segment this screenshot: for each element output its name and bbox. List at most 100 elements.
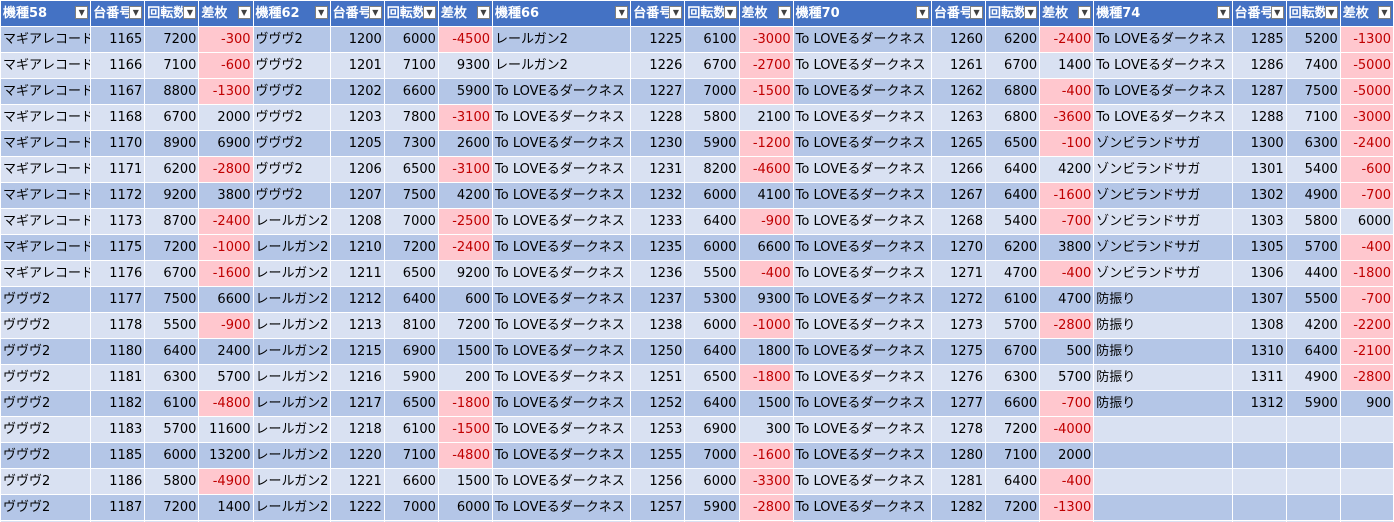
coin-diff-cell[interactable]: -700 [1039, 390, 1095, 417]
machine-name-cell[interactable]: ヴヴヴ2 [0, 286, 92, 313]
machine-name-cell[interactable]: レールガン2 [252, 494, 331, 521]
machine-name-cell[interactable]: ヴヴヴ2 [0, 416, 92, 443]
spins-cell[interactable]: 7100 [383, 442, 439, 469]
unit-number-cell[interactable]: 1166 [90, 52, 146, 79]
unit-number-cell[interactable]: 1271 [930, 260, 987, 287]
machine-name-cell[interactable]: To LOVEるダークネス [491, 312, 632, 339]
unit-number-cell[interactable]: 1277 [930, 390, 987, 417]
machine-name-cell[interactable]: To LOVEるダークネス [792, 390, 932, 417]
unit-number-cell[interactable]: 1203 [329, 104, 385, 131]
unit-number-cell[interactable]: 1201 [329, 52, 385, 79]
coin-diff-cell[interactable]: -3100 [437, 104, 494, 131]
spins-cell[interactable]: 7100 [1285, 104, 1341, 131]
spins-cell[interactable]: 6100 [684, 26, 740, 53]
unit-number-cell[interactable]: 1288 [1231, 104, 1287, 131]
machine-name-cell[interactable]: ヴヴヴ2 [252, 52, 331, 79]
spins-cell[interactable]: 6300 [985, 364, 1041, 391]
machine-name-cell[interactable]: 防振り [1093, 286, 1233, 313]
machine-name-cell[interactable]: マギアレコード [0, 130, 92, 157]
spins-cell[interactable]: 6400 [985, 182, 1041, 209]
machine-name-cell[interactable]: To LOVEるダークネス [792, 312, 932, 339]
machine-name-cell[interactable]: ヴヴヴ2 [0, 468, 92, 495]
spins-cell[interactable]: 6400 [684, 390, 740, 417]
machine-name-cell[interactable]: 防振り [1093, 338, 1233, 365]
coin-diff-cell[interactable]: -2400 [437, 234, 494, 261]
machine-name-cell[interactable]: To LOVEるダークネス [792, 416, 932, 443]
spins-cell[interactable]: 6500 [383, 260, 439, 287]
spins-cell[interactable]: 6000 [144, 442, 200, 469]
unit-number-cell[interactable]: 1275 [930, 338, 987, 365]
machine-name-cell[interactable]: To LOVEるダークネス [792, 338, 932, 365]
spins-cell[interactable]: 6500 [383, 156, 439, 183]
unit-number-cell[interactable]: 1178 [90, 312, 146, 339]
coin-diff-cell[interactable]: -600 [1339, 156, 1394, 183]
unit-number-cell[interactable]: 1217 [329, 390, 385, 417]
machine-name-cell[interactable]: To LOVEるダークネス [491, 234, 632, 261]
coin-diff-cell[interactable]: -2400 [1039, 26, 1095, 53]
machine-name-cell[interactable]: To LOVEるダークネス [491, 390, 632, 417]
coin-diff-cell[interactable]: 300 [738, 416, 794, 443]
spins-cell[interactable]: 6600 [985, 390, 1041, 417]
unit-number-cell[interactable]: 1175 [90, 234, 146, 261]
unit-number-cell[interactable]: 1268 [930, 208, 987, 235]
machine-name-cell[interactable]: マギアレコード [0, 234, 92, 261]
unit-number-cell[interactable]: 1266 [930, 156, 987, 183]
unit-number-cell[interactable]: 1206 [329, 156, 385, 183]
machine-name-cell[interactable]: ヴヴヴ2 [252, 182, 331, 209]
coin-diff-cell[interactable]: 6900 [198, 130, 254, 157]
coin-diff-cell[interactable]: -3100 [437, 156, 494, 183]
coin-diff-cell[interactable]: -1500 [437, 416, 494, 443]
coin-diff-cell[interactable]: 900 [1339, 390, 1394, 417]
machine-name-cell[interactable]: ゾンビランドサガ [1093, 208, 1233, 235]
spins-cell[interactable]: 5900 [684, 494, 740, 521]
coin-diff-cell[interactable]: 2100 [738, 104, 794, 131]
machine-name-cell[interactable]: To LOVEるダークネス [792, 494, 932, 521]
spins-cell[interactable]: 7000 [383, 208, 439, 235]
spins-cell[interactable]: 6700 [985, 338, 1041, 365]
unit-number-cell[interactable]: 1256 [630, 468, 686, 495]
unit-number-cell[interactable]: 1282 [930, 494, 987, 521]
spins-cell[interactable] [1285, 442, 1341, 469]
spins-cell[interactable]: 4900 [1285, 182, 1341, 209]
coin-diff-cell[interactable]: -400 [1039, 78, 1095, 105]
unit-number-cell[interactable]: 1310 [1231, 338, 1287, 365]
machine-name-cell[interactable]: レールガン2 [252, 442, 331, 469]
coin-diff-cell[interactable]: -400 [1039, 468, 1095, 495]
coin-diff-cell[interactable] [1339, 442, 1394, 469]
unit-number-cell[interactable]: 1267 [930, 182, 987, 209]
unit-number-cell[interactable]: 1226 [630, 52, 686, 79]
machine-name-cell[interactable]: To LOVEるダークネス [792, 130, 932, 157]
coin-diff-cell[interactable]: -4500 [437, 26, 494, 53]
unit-number-cell[interactable]: 1307 [1231, 286, 1287, 313]
spins-cell[interactable]: 7200 [144, 494, 200, 521]
filter-dropdown-icon[interactable]: ▼ [615, 6, 629, 19]
machine-name-cell[interactable]: To LOVEるダークネス [491, 104, 632, 131]
unit-number-cell[interactable]: 1260 [930, 26, 987, 53]
coin-diff-cell[interactable]: -2800 [1039, 312, 1095, 339]
spins-cell[interactable]: 5500 [1285, 286, 1341, 313]
coin-diff-cell[interactable]: -1600 [198, 260, 254, 287]
machine-name-cell[interactable]: To LOVEるダークネス [792, 52, 932, 79]
spins-cell[interactable]: 5400 [985, 208, 1041, 235]
unit-number-cell[interactable]: 1236 [630, 260, 686, 287]
filter-dropdown-icon[interactable]: ▼ [183, 6, 197, 19]
coin-diff-cell[interactable]: -3000 [1339, 104, 1394, 131]
machine-name-cell[interactable]: To LOVEるダークネス [1093, 78, 1233, 105]
spins-cell[interactable]: 7000 [684, 442, 740, 469]
spins-cell[interactable]: 7500 [383, 182, 439, 209]
spins-cell[interactable]: 5200 [1285, 26, 1341, 53]
spins-cell[interactable]: 7400 [1285, 52, 1341, 79]
machine-name-cell[interactable]: To LOVEるダークネス [491, 364, 632, 391]
unit-number-cell[interactable]: 1305 [1231, 234, 1287, 261]
machine-name-cell[interactable]: To LOVEるダークネス [792, 156, 932, 183]
unit-number-cell[interactable]: 1312 [1231, 390, 1287, 417]
coin-diff-cell[interactable] [1339, 494, 1394, 521]
unit-number-cell[interactable]: 1301 [1231, 156, 1287, 183]
machine-name-cell[interactable]: ゾンビランドサガ [1093, 234, 1233, 261]
coin-diff-cell[interactable]: 7200 [437, 312, 494, 339]
machine-name-cell[interactable]: To LOVEるダークネス [491, 286, 632, 313]
unit-number-cell[interactable]: 1200 [329, 26, 385, 53]
machine-name-cell[interactable]: To LOVEるダークネス [491, 208, 632, 235]
unit-number-cell[interactable]: 1287 [1231, 78, 1287, 105]
machine-name-cell[interactable]: 防振り [1093, 364, 1233, 391]
